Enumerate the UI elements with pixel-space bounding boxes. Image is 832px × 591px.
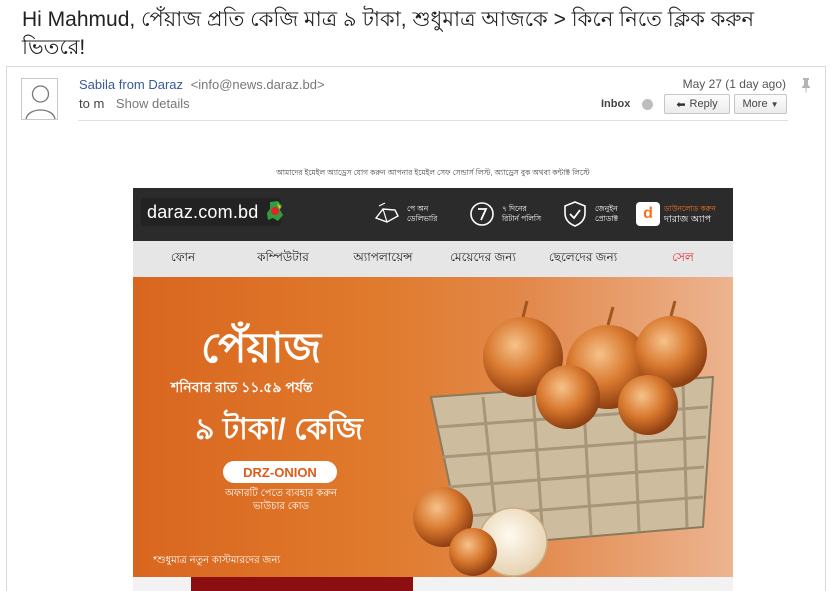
feature-line1: পে অন <box>407 204 429 213</box>
banner-subtitle: শনিবার রাত ১১.৫৯ পর্যন্ত <box>171 379 313 395</box>
daraz-logo[interactable]: daraz.com.bd <box>141 198 283 226</box>
genuine-shield-icon <box>564 201 586 227</box>
email-preheader: আমাদের ইমেইল অ্যাড্রেস যোগ করুন আপনার ইম… <box>276 168 590 177</box>
more-label: More <box>742 98 768 110</box>
banner-footnote: *শুধুমাত্র নতুন কাস্টমারদের জন্য <box>153 555 281 566</box>
onion-basket-image <box>413 300 715 577</box>
next-section-banner[interactable] <box>191 577 413 591</box>
voucher-note-line2: ভাউচার কোড <box>252 501 310 512</box>
email-subject: Hi Mahmud, পেঁয়াজ প্রতি কেজি মাত্র ৯ টা… <box>22 8 755 59</box>
voucher-note: অফারটি পেতে ব্যবহার করুন ভাউচার কোড <box>193 487 369 513</box>
reply-button[interactable]: ⬅ Reply <box>664 94 730 114</box>
sender-line: Sabila from Daraz <info@news.daraz.bd> <box>79 77 325 92</box>
reply-arrow-icon: ⬅ <box>676 98 686 111</box>
category-women[interactable]: মেয়েদের জন্য <box>433 249 533 269</box>
label-dot-icon[interactable] <box>642 99 653 110</box>
sender-name[interactable]: Sabila from Daraz <box>79 77 183 92</box>
bangladesh-map-icon <box>267 201 283 221</box>
category-phone[interactable]: ফোন <box>133 249 233 269</box>
daraz-app-icon: d <box>636 202 660 226</box>
feature-line1: জেনুইন <box>595 204 618 213</box>
show-details-link[interactable]: Show details <box>116 96 190 111</box>
email-topbar: daraz.com.bd পে অন ডেলিভারি ৭ দিনের রিটা… <box>133 188 733 241</box>
chevron-down-icon: ▼ <box>770 99 779 109</box>
feature-7-day-return[interactable]: ৭ দিনের রিটার্ন পলিসি <box>468 200 542 228</box>
reply-label: Reply <box>689 98 718 110</box>
return-7-icon <box>470 202 494 226</box>
banner-price: ৯ টাকা/ কেজি <box>195 413 363 446</box>
message-date: May 27 (1 day ago) <box>682 77 786 91</box>
feature-line2: রিটার্ন পলিসি <box>502 214 542 223</box>
pin-icon[interactable] <box>800 77 812 93</box>
category-computer[interactable]: কম্পিউটার <box>233 249 333 269</box>
feature-line2: ডেলিভারি <box>407 214 438 223</box>
feature-pay-on-delivery[interactable]: পে অন ডেলিভারি <box>373 200 447 228</box>
email-body: daraz.com.bd পে অন ডেলিভারি ৭ দিনের রিটা… <box>133 188 733 591</box>
category-nav: ফোন কম্পিউটার অ্যাপলায়েন্স মেয়েদের জন্… <box>133 241 733 277</box>
download-app-badge[interactable]: d ডাউনলোড করুন দারাজ অ্যাপ <box>636 200 728 228</box>
recipient-line: to m Show details <box>79 96 190 111</box>
more-button[interactable]: More ▼ <box>734 94 787 114</box>
voucher-code-badge: DRZ-ONION <box>223 461 337 483</box>
feature-line1: ৭ দিনের <box>502 204 527 213</box>
default-avatar-icon <box>25 85 56 119</box>
feature-line2: প্রোডাক্ট <box>595 214 619 223</box>
app-name-text: দারাজ অ্যাপ <box>664 214 712 225</box>
sender-email: <info@news.daraz.bd> <box>190 77 325 92</box>
inbox-label: Inbox <box>601 98 631 110</box>
feature-genuine-product[interactable]: জেনুইন প্রোডাক্ট <box>561 200 635 228</box>
next-section-strip <box>133 577 733 591</box>
category-sale[interactable]: সেল <box>633 249 733 269</box>
voucher-note-line1: অফারটি পেতে ব্যবহার করুন <box>225 488 337 499</box>
category-men[interactable]: ছেলেদের জন্য <box>533 249 633 269</box>
logo-text: daraz.com.bd <box>147 201 259 222</box>
recipient-label: to m <box>79 96 105 111</box>
header-divider <box>78 120 788 121</box>
delivery-icon <box>374 202 399 223</box>
category-appliance[interactable]: অ্যাপলায়েন্স <box>333 249 433 269</box>
onion-promo-banner[interactable]: পেঁয়াজ শনিবার রাত ১১.৫৯ পর্যন্ত ৯ টাকা/… <box>133 277 733 577</box>
sender-avatar[interactable] <box>21 78 58 120</box>
app-download-text: ডাউনলোড করুন <box>664 204 716 213</box>
